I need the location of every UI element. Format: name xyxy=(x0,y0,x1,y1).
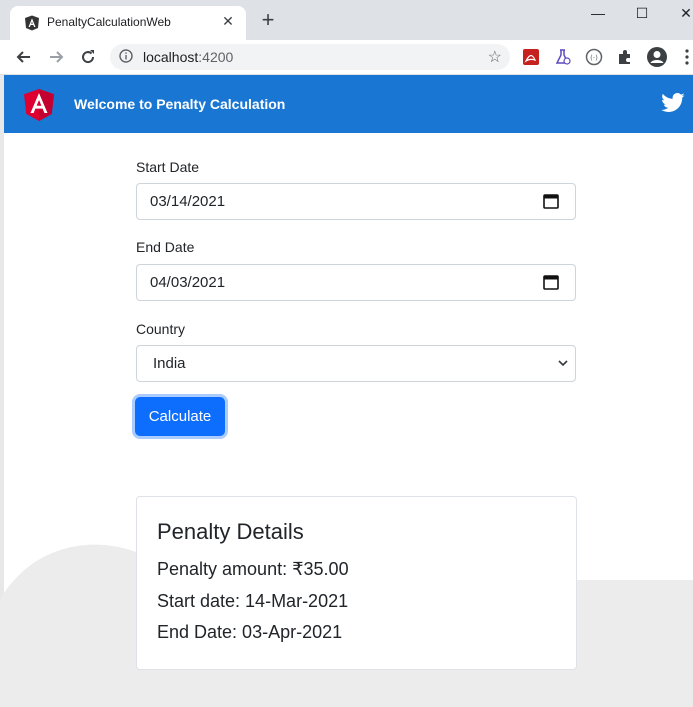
window-close-button[interactable]: ✕ xyxy=(676,4,693,24)
app-header: Welcome to Penalty Calculation xyxy=(4,75,693,133)
reload-icon[interactable] xyxy=(78,47,98,67)
new-tab-button[interactable]: + xyxy=(258,9,278,31)
start-date-label: Start Date xyxy=(136,159,200,175)
end-date-input[interactable]: 04/03/2021 xyxy=(136,264,576,301)
svg-text:(·): (·) xyxy=(590,54,598,62)
penalty-end-date-text: End Date: 03-Apr-2021 xyxy=(157,622,343,642)
penalty-details-title: Penalty Details xyxy=(157,519,304,544)
calendar-icon[interactable] xyxy=(543,274,559,290)
address-bar[interactable]: localhost:4200 ☆ xyxy=(110,44,510,70)
country-selected-value: India xyxy=(153,355,186,372)
penalty-details-card: Penalty Details Penalty amount: ₹35.00 S… xyxy=(136,496,577,670)
chevron-down-icon xyxy=(558,360,568,367)
window-maximize-button[interactable]: ☐ xyxy=(632,4,652,24)
url-port: :4200 xyxy=(198,49,234,65)
tab-title: PenaltyCalculationWeb xyxy=(47,15,171,29)
end-date-value: 04/03/2021 xyxy=(150,274,226,291)
flask-extension-icon[interactable] xyxy=(554,48,572,66)
app-title: Welcome to Penalty Calculation xyxy=(74,96,286,112)
menu-kebab-icon[interactable] xyxy=(683,48,691,66)
calculate-button[interactable]: Calculate xyxy=(135,397,225,436)
country-select[interactable]: India xyxy=(136,345,576,382)
start-date-input[interactable]: 03/14/2021 xyxy=(136,183,576,220)
penalty-start-date-text: Start date: 14-Mar-2021 xyxy=(157,591,349,611)
penalty-amount-text: Penalty amount: ₹35.00 xyxy=(157,559,349,579)
profile-avatar-icon[interactable] xyxy=(646,46,668,68)
window-minimize-button[interactable]: — xyxy=(588,4,608,24)
browser-toolbar: localhost:4200 ☆ (·) xyxy=(0,40,693,75)
url-host: localhost xyxy=(143,49,199,65)
country-label: Country xyxy=(136,321,186,337)
calendar-icon[interactable] xyxy=(543,193,559,209)
pdf-extension-icon[interactable] xyxy=(522,48,540,66)
forward-arrow-icon[interactable] xyxy=(46,47,66,67)
angular-favicon-icon xyxy=(25,15,39,31)
back-arrow-icon[interactable] xyxy=(14,47,34,67)
browser-tab-strip: PenaltyCalculationWeb ✕ + — ☐ ✕ xyxy=(0,0,693,40)
site-info-icon[interactable] xyxy=(119,49,133,63)
browser-tab[interactable]: PenaltyCalculationWeb ✕ xyxy=(10,6,246,40)
url-text: localhost:4200 xyxy=(143,49,233,65)
start-date-value: 03/14/2021 xyxy=(150,193,226,210)
twitter-icon[interactable] xyxy=(661,93,685,113)
extension-circle-icon[interactable]: (·) xyxy=(585,48,603,66)
extensions-puzzle-icon[interactable] xyxy=(616,48,634,66)
bookmark-star-icon[interactable]: ☆ xyxy=(488,47,502,67)
tab-close-icon[interactable]: ✕ xyxy=(218,11,238,31)
end-date-label: End Date xyxy=(136,239,195,255)
angular-logo-icon xyxy=(24,89,54,121)
